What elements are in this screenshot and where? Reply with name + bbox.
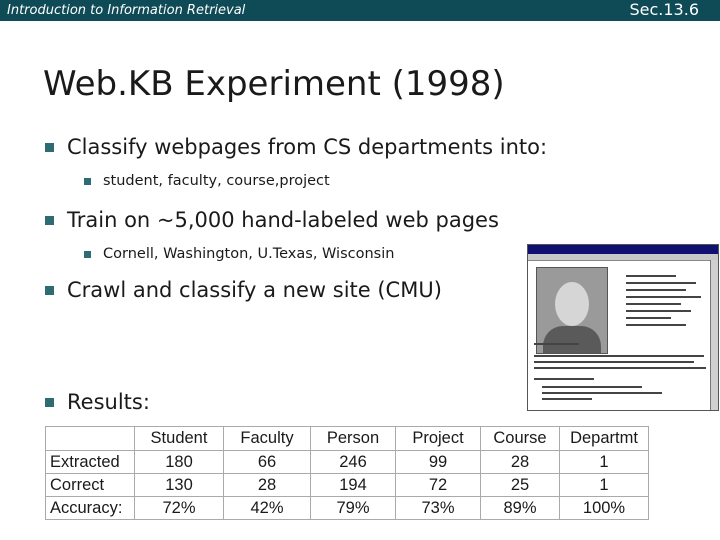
table-cell: 89% xyxy=(480,496,560,520)
bullet-2: Train on ~5,000 hand-labeled web pages xyxy=(45,208,499,232)
table-cell: 42% xyxy=(223,496,311,520)
browser-scrollbar xyxy=(710,260,718,410)
column-header: Departmt xyxy=(559,426,649,451)
table-cell: 246 xyxy=(310,450,396,474)
text-line xyxy=(534,355,704,357)
bullet-square-icon xyxy=(84,250,91,258)
table-cell: 72 xyxy=(395,473,481,497)
table-cell: 28 xyxy=(223,473,311,497)
bullet-4: Results: xyxy=(45,390,150,414)
table-cell: 180 xyxy=(134,450,224,474)
row-header: Extracted xyxy=(45,450,135,474)
text-line xyxy=(534,361,694,363)
table-cell: 100% xyxy=(559,496,649,520)
text-line xyxy=(534,367,706,369)
sub-bullet-text: Cornell, Washington, U.Texas, Wisconsin xyxy=(103,246,395,262)
text-line xyxy=(626,324,686,326)
section-number: Sec.13.6 xyxy=(629,0,699,19)
table-row: Accuracy: 72% 42% 79% 73% 89% 100% xyxy=(45,496,649,520)
table-cell: 28 xyxy=(480,450,560,474)
bullet-text: Crawl and classify a new site (CMU) xyxy=(67,278,442,302)
row-header: Correct xyxy=(45,473,135,497)
person-photo-image xyxy=(536,267,608,354)
table-cell: 1 xyxy=(559,473,649,497)
table-cell: 130 xyxy=(134,473,224,497)
column-header: Faculty xyxy=(223,426,311,451)
header-bar: Introduction to Information Retrieval Se… xyxy=(0,0,720,21)
browser-titlebar xyxy=(528,245,718,254)
sub-bullet-2-1: Cornell, Washington, U.Texas, Wisconsin xyxy=(84,246,394,262)
text-line xyxy=(626,275,676,277)
results-table: Student Faculty Person Project Course De… xyxy=(45,426,649,520)
bullet-square-icon xyxy=(45,142,54,152)
bullet-square-icon xyxy=(84,177,91,185)
column-header: Project xyxy=(395,426,481,451)
column-header: Course xyxy=(480,426,560,451)
sub-bullet-1-1: student, faculty, course,project xyxy=(84,173,330,189)
bullet-text: Classify webpages from CS departments in… xyxy=(67,135,548,159)
table-cell: 79% xyxy=(310,496,396,520)
table-row: Extracted 180 66 246 99 28 1 xyxy=(45,450,649,474)
webpage-screenshot-image xyxy=(527,244,719,411)
bullet-square-icon xyxy=(45,215,54,225)
body-shape xyxy=(543,326,601,353)
text-line xyxy=(626,296,701,298)
row-header: Accuracy: xyxy=(45,496,135,520)
bullet-square-icon xyxy=(45,285,54,295)
table-cell: 99 xyxy=(395,450,481,474)
text-line xyxy=(626,317,671,319)
table-cell: 66 xyxy=(223,450,311,474)
text-line xyxy=(626,310,691,312)
table-cell: 1 xyxy=(559,450,649,474)
table-cell: 73% xyxy=(395,496,481,520)
bullet-3: Crawl and classify a new site (CMU) xyxy=(45,278,442,302)
text-line xyxy=(626,303,681,305)
table-cell: 72% xyxy=(134,496,224,520)
text-line xyxy=(626,289,686,291)
text-line xyxy=(626,282,696,284)
bullet-text: Train on ~5,000 hand-labeled web pages xyxy=(67,208,499,232)
text-line xyxy=(542,398,592,400)
browser-menubar xyxy=(528,254,718,261)
table-cell: 25 xyxy=(480,473,560,497)
sub-bullet-text: student, faculty, course,project xyxy=(103,173,330,189)
bullet-1: Classify webpages from CS departments in… xyxy=(45,135,547,159)
column-header xyxy=(45,426,135,451)
text-line xyxy=(534,343,579,345)
table-row: Correct 130 28 194 72 25 1 xyxy=(45,473,649,497)
table-header-row: Student Faculty Person Project Course De… xyxy=(45,426,649,451)
column-header: Student xyxy=(134,426,224,451)
bullet-text: Results: xyxy=(67,390,150,414)
face-shape xyxy=(555,282,589,326)
slide-title: Web.KB Experiment (1998) xyxy=(43,64,505,104)
text-line xyxy=(534,378,594,380)
bullet-square-icon xyxy=(45,397,54,407)
table-cell: 194 xyxy=(310,473,396,497)
column-header: Person xyxy=(310,426,396,451)
text-line xyxy=(542,386,642,388)
text-line xyxy=(542,392,662,394)
course-title: Introduction to Information Retrieval xyxy=(7,3,246,18)
